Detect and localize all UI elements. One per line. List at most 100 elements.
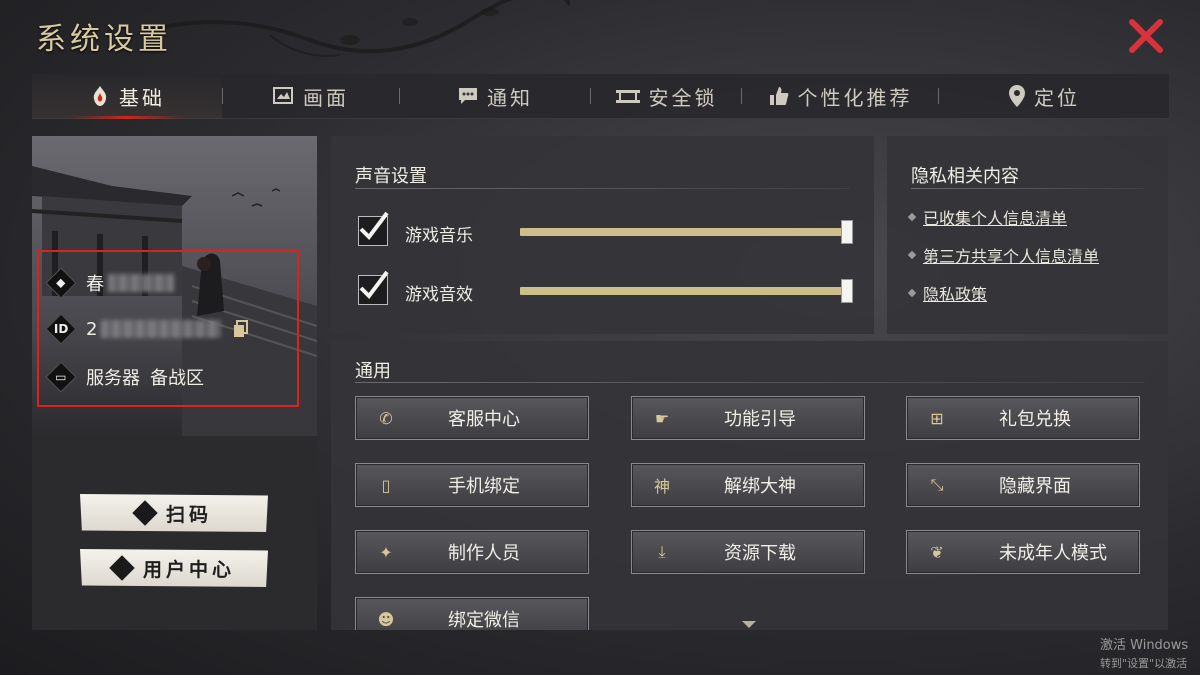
phone-icon: ✆ xyxy=(379,408,393,428)
privacy-item: 隐私政策 xyxy=(907,281,987,305)
tab-label: 通知 xyxy=(487,85,533,110)
page-title: 系统设置 xyxy=(36,22,172,57)
character-avatar-icon: ◆ xyxy=(45,267,77,299)
third-party-info-link[interactable]: 第三方共享个人信息清单 xyxy=(923,243,1099,267)
tab-label: 基础 xyxy=(119,85,165,110)
button-label: 绑定微信 xyxy=(448,610,520,630)
tab-graphics[interactable]: 画面 xyxy=(223,74,399,119)
tab-personalized[interactable]: 个性化推荐 xyxy=(742,74,938,119)
wechat-icon: ☻ xyxy=(377,609,395,629)
wechat-bind-button[interactable]: ☻ 绑定微信 xyxy=(355,597,589,630)
watermark-line: 转到"设置"以激活 xyxy=(1100,657,1188,670)
privacy-title: 隐私相关内容 xyxy=(911,166,1019,187)
user-center-button[interactable]: 用户中心 xyxy=(80,549,268,587)
sfx-volume-slider[interactable] xyxy=(520,287,847,295)
tab-label: 画面 xyxy=(303,85,349,110)
mobile-icon: ▯ xyxy=(381,475,391,495)
tab-bar: 基础 画面 通知 安全锁 个性化推荐 定位 xyxy=(32,73,1169,119)
feature-guide-button[interactable]: ☛ 功能引导 xyxy=(631,396,865,440)
profile-name: 春 xyxy=(86,274,104,295)
general-title: 通用 xyxy=(355,361,391,382)
user-icon xyxy=(109,555,135,581)
sfx-label: 游戏音效 xyxy=(405,285,473,305)
gift-icon: ⊞ xyxy=(930,408,944,428)
button-label: 隐藏界面 xyxy=(999,476,1071,497)
profile-panel: ◆ 春 ID 2 ▭ 服务器 备战区 扫码 用户中心 xyxy=(32,136,317,630)
credits-button[interactable]: ✦ 制作人员 xyxy=(355,530,589,574)
tab-label: 定位 xyxy=(1034,85,1080,110)
thumbs-up-icon xyxy=(768,85,790,107)
sound-settings-panel: 声音设置 游戏音乐 游戏音效 xyxy=(331,136,874,334)
watermark-line: 激活 Windows xyxy=(1100,638,1189,653)
hide-ui-button[interactable]: ⤡ 隐藏界面 xyxy=(906,463,1140,507)
tab-label: 安全锁 xyxy=(648,85,718,110)
server-value: 备战区 xyxy=(150,368,204,389)
profile-server-row: ▭ 服务器 备战区 xyxy=(45,361,204,393)
user-center-label: 用户中心 xyxy=(142,558,235,581)
flame-emblem-icon xyxy=(89,85,111,107)
copy-icon[interactable] xyxy=(233,320,249,338)
button-label: 礼包兑换 xyxy=(999,409,1071,430)
id-icon: ID xyxy=(45,313,77,345)
lock-bar-icon xyxy=(615,86,641,106)
close-icon[interactable] xyxy=(1126,16,1166,56)
scan-label: 扫码 xyxy=(165,503,212,526)
button-label: 客服中心 xyxy=(448,409,520,430)
download-icon: ⤓ xyxy=(658,542,666,561)
button-label: 资源下载 xyxy=(724,543,796,564)
bullet-icon xyxy=(907,212,917,222)
diagonal-arrows-icon: ⤡ xyxy=(930,475,944,494)
general-panel: 通用 ✆ 客服中心 ☛ 功能引导 ⊞ 礼包兑换 ▯ 手机绑定 神 解绑大神 ⤡ … xyxy=(331,341,1168,630)
button-label: 制作人员 xyxy=(448,543,520,564)
unbind-dashen-button[interactable]: 神 解绑大神 xyxy=(631,463,865,507)
tab-basic[interactable]: 基础 xyxy=(32,73,222,119)
bullet-icon xyxy=(907,288,917,298)
scan-button[interactable]: 扫码 xyxy=(80,494,268,532)
button-label: 解绑大神 xyxy=(724,476,796,497)
button-label: 未成年人模式 xyxy=(999,543,1107,564)
button-label: 功能引导 xyxy=(724,409,796,430)
redacted-name xyxy=(108,274,174,292)
windows-activation-watermark: 激活 Windows 转到"设置"以激活 xyxy=(1100,637,1200,673)
sfx-slider-handle[interactable] xyxy=(841,279,853,303)
divider xyxy=(911,188,1144,189)
tab-notification[interactable]: 通知 xyxy=(400,74,590,119)
sfx-checkbox[interactable] xyxy=(358,270,389,305)
tab-location[interactable]: 定位 xyxy=(939,74,1149,119)
team-icon: ✦ xyxy=(379,542,393,562)
customer-service-button[interactable]: ✆ 客服中心 xyxy=(355,396,589,440)
music-checkbox[interactable] xyxy=(358,211,389,246)
ink-branch-decoration xyxy=(150,0,570,57)
scan-icon xyxy=(132,500,158,526)
music-label: 游戏音乐 xyxy=(405,226,473,246)
sound-settings-title: 声音设置 xyxy=(355,166,427,187)
checkmark-icon xyxy=(359,270,389,300)
divider xyxy=(355,188,850,189)
privacy-policy-link[interactable]: 隐私政策 xyxy=(923,281,987,305)
chat-bubble-icon xyxy=(457,86,479,106)
checkmark-icon xyxy=(359,211,389,241)
screen-icon xyxy=(273,86,295,106)
collected-info-link[interactable]: 已收集个人信息清单 xyxy=(923,205,1067,229)
gift-redeem-button[interactable]: ⊞ 礼包兑换 xyxy=(906,396,1140,440)
server-label: 服务器 xyxy=(86,368,140,389)
privacy-item: 已收集个人信息清单 xyxy=(907,205,1067,229)
tab-security-lock[interactable]: 安全锁 xyxy=(591,74,741,119)
music-slider-handle[interactable] xyxy=(841,220,853,244)
minor-mode-button[interactable]: ❦ 未成年人模式 xyxy=(906,530,1140,574)
tab-label: 个性化推荐 xyxy=(797,85,913,110)
location-pin-icon xyxy=(1008,84,1026,108)
privacy-item: 第三方共享个人信息清单 xyxy=(907,243,1099,267)
phone-bind-button[interactable]: ▯ 手机绑定 xyxy=(355,463,589,507)
profile-id-row: ID 2 xyxy=(45,313,249,345)
profile-id: 2 xyxy=(86,318,98,340)
button-label: 手机绑定 xyxy=(448,476,520,497)
shield-emblem-icon: ❦ xyxy=(930,542,944,562)
pointing-hand-icon: ☛ xyxy=(654,408,670,428)
music-volume-slider[interactable] xyxy=(520,228,847,236)
divider xyxy=(355,382,1145,383)
scroll-down-icon[interactable] xyxy=(741,620,757,630)
monitor-icon: ▭ xyxy=(45,361,77,393)
resource-download-button[interactable]: ⤓ 资源下载 xyxy=(631,530,865,574)
bullet-icon xyxy=(907,250,917,260)
